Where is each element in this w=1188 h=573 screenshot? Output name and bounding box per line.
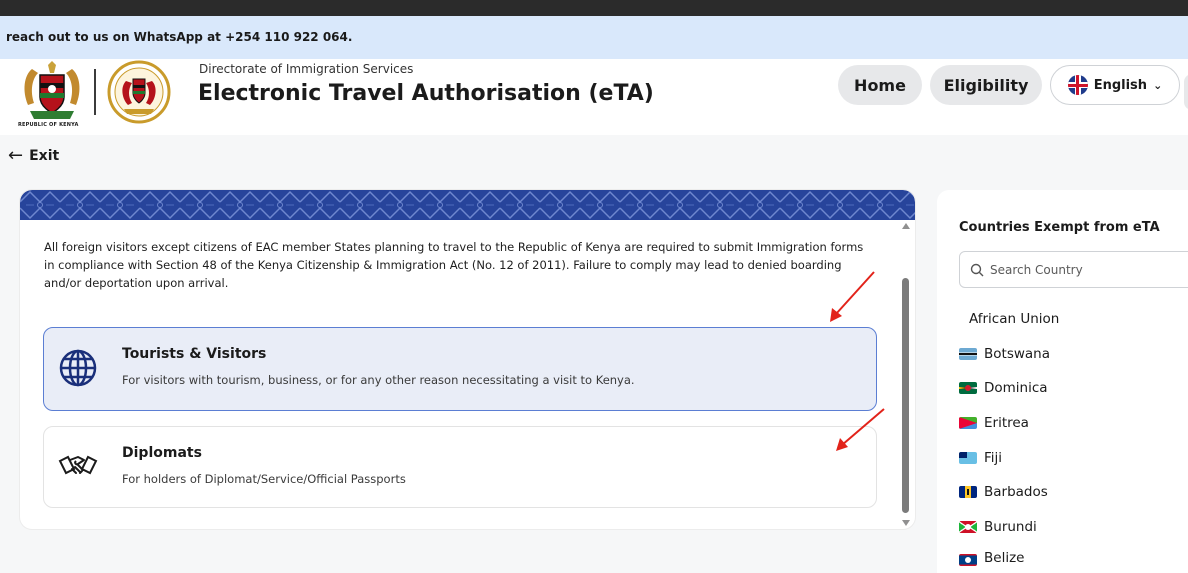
language-label: English [1093,77,1148,93]
option-title: Diplomats [122,445,202,461]
uk-flag-icon [1067,75,1088,95]
barbados-flag-icon [959,486,977,499]
option-diplomats[interactable]: Diplomats For holders of Diplomat/Servic… [43,426,877,508]
search-icon [970,263,984,277]
country-name: Botswana [984,345,1050,362]
option-description: For holders of Diplomat/Service/Official… [122,472,406,486]
scroll-down-arrow-icon[interactable] [902,520,910,526]
offscreen-nav-pill[interactable] [1184,74,1188,110]
kenya-coat-of-arms-logo[interactable] [18,61,86,121]
exempt-country-list: African Union Botswana Dominica Eritrea … [959,302,1188,567]
visitor-type-card: All foreign visitors except citizens of … [20,190,915,529]
exempt-countries-title: Countries Exempt from eTA [959,220,1160,235]
arrow-left-icon: ← [8,145,24,166]
list-item-country[interactable]: Barbados [959,475,1188,510]
option-description: For visitors with tourism, business, or … [122,373,635,387]
handshake-icon [58,455,98,475]
eta-requirement-text: All foreign visitors except citizens of … [44,240,864,290]
annotation-arrow-icon [836,408,885,451]
list-item-country[interactable]: Botswana [959,337,1188,372]
list-item-country[interactable]: Fiji [959,440,1188,475]
exit-label: Exit [29,148,60,164]
list-item-country[interactable]: Burundi [959,510,1188,545]
country-name: Eritrea [984,415,1029,432]
annotation-arrow-icon [830,271,875,322]
header-divider [94,69,96,115]
globe-icon [59,349,97,387]
decorative-banner [20,190,915,220]
option-title: Tourists & Visitors [122,346,267,362]
nav-eligibility-button[interactable]: Eligibility [930,65,1042,105]
directorate-subtitle: Directorate of Immigration Services [199,62,414,76]
country-name: Burundi [984,518,1037,535]
language-selector[interactable]: English ⌄ [1050,65,1180,105]
list-item-country[interactable]: Eritrea [959,406,1188,441]
list-item-country[interactable]: Belize [959,544,1188,567]
site-header: REPUBLIC OF KENYA Directorate of Immigra… [0,59,1188,135]
country-name: Barbados [984,484,1048,501]
country-name: Belize [984,550,1025,567]
country-name: Fiji [984,449,1003,466]
dominica-flag-icon [959,382,977,395]
chevron-down-icon: ⌄ [1153,78,1163,92]
scroll-thumb[interactable] [902,278,909,513]
whatsapp-notice: reach out to us on WhatsApp at +254 110 … [0,16,1188,59]
fiji-flag-icon [959,451,977,464]
country-search-box[interactable] [959,251,1188,288]
scroll-up-arrow-icon[interactable] [902,223,910,229]
card-scrollbar[interactable] [900,223,912,526]
exit-link[interactable]: ← Exit [8,145,60,166]
eritrea-flag-icon [959,417,977,430]
exempt-countries-panel: Countries Exempt from eTA African Union … [937,190,1188,573]
window-top-bar [0,0,1188,16]
burundi-flag-icon [959,520,977,533]
country-name: African Union [969,311,1060,328]
coat-of-arms-caption: REPUBLIC OF KENYA [18,122,79,128]
belize-flag-icon [959,554,977,567]
country-name: Dominica [984,380,1048,397]
botswana-flag-icon [959,347,977,360]
list-item-country[interactable]: Dominica [959,371,1188,406]
immigration-services-logo[interactable] [106,59,172,125]
page-title: Electronic Travel Authorisation (eTA) [198,81,654,106]
list-item-african-union[interactable]: African Union [959,302,1188,337]
nav-home-button[interactable]: Home [838,65,922,105]
country-search-input[interactable] [990,261,1188,279]
option-tourists-visitors[interactable]: Tourists & Visitors For visitors with to… [43,327,877,411]
